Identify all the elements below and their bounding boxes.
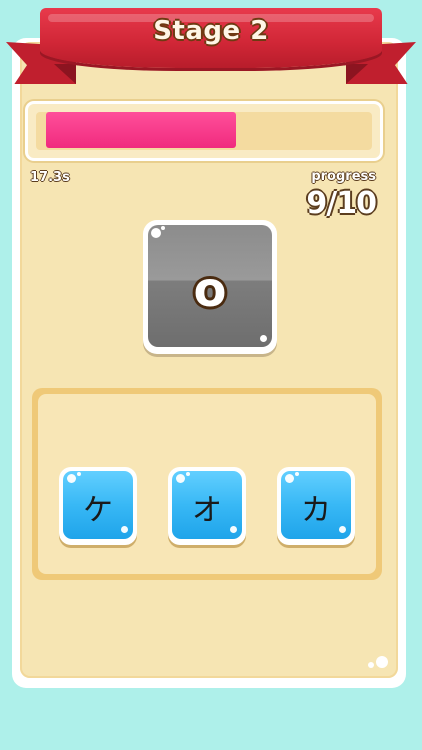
progress-value: 9/10 [306, 186, 377, 221]
choice-button-2[interactable]: オ [168, 467, 246, 545]
timer-bar-fill [46, 112, 236, 148]
timer-bar [28, 104, 380, 158]
tile-gloss-dot [151, 228, 161, 238]
tile-gloss-dot [161, 226, 165, 230]
question-tile: o [143, 220, 277, 354]
bubble-dot [77, 472, 81, 476]
choice-character: ケ [83, 493, 113, 528]
tile-gloss-dot [260, 335, 267, 342]
bubble-dot [295, 472, 299, 476]
progress-label: progress [311, 169, 376, 184]
timer-readout: 17.3s [30, 170, 70, 185]
question-character: o [193, 262, 227, 318]
bubble-dot [67, 474, 76, 483]
card-gloss-dot [368, 662, 374, 668]
bubble-dot [285, 474, 294, 483]
choice-character: カ [301, 493, 331, 528]
choice-button-1[interactable]: ケ [59, 467, 137, 545]
card-gloss-dot [376, 656, 388, 668]
choice-button-3[interactable]: カ [277, 467, 355, 545]
bubble-dot [176, 474, 185, 483]
stage-title: Stage 2 [153, 16, 269, 46]
bubble-dot [186, 472, 190, 476]
choice-character: オ [192, 493, 222, 528]
